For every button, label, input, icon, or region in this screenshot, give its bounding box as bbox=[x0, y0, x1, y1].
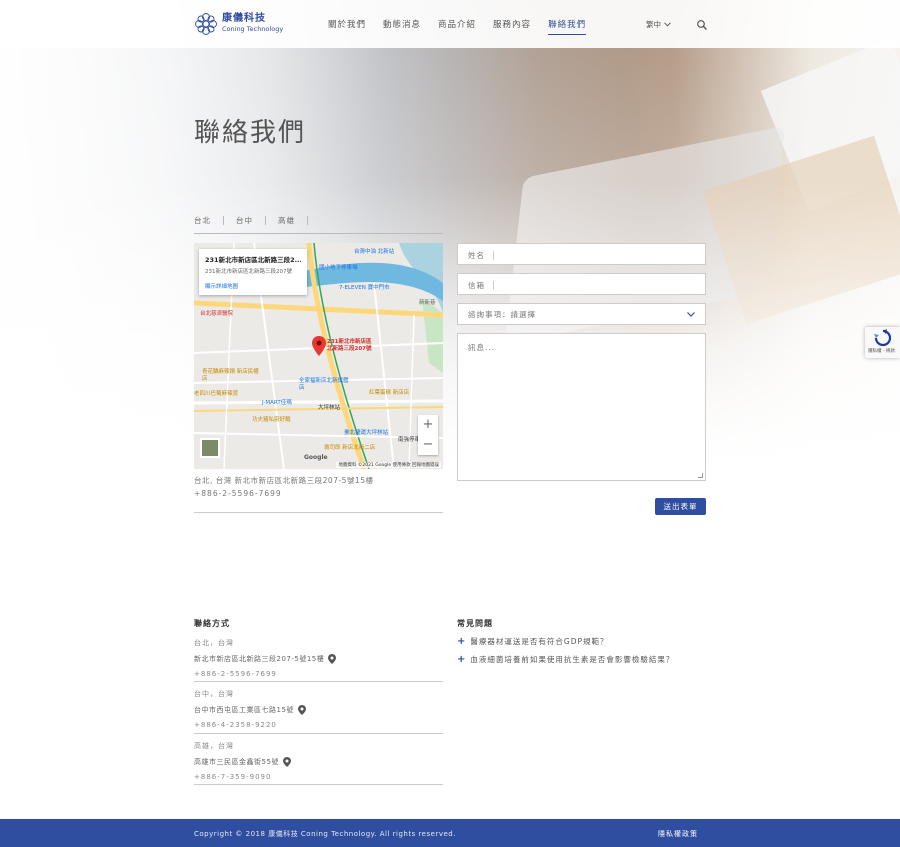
page-title: 聯絡我們 bbox=[194, 118, 307, 148]
office-address: 台北, 台灣 新北市新店區北新路三段207-5號15樓 bbox=[194, 476, 374, 485]
office-card-kaohsiung: 高雄，台灣 高雄市三民區金鑫街55號 +886-7-359-9090 bbox=[194, 741, 443, 785]
map-pin-label: 231新北市新店區北新路三段207號 bbox=[327, 339, 372, 352]
zoom-in-button[interactable]: + bbox=[418, 415, 438, 435]
name-label: 姓名 bbox=[468, 251, 494, 260]
nav-news[interactable]: 動態消息 bbox=[383, 18, 421, 35]
map-label: J-MART佳瑪 bbox=[262, 400, 292, 406]
map-label: 臺北捷運大坪林站 bbox=[344, 430, 389, 436]
location-pin-icon[interactable] bbox=[328, 654, 337, 664]
logo-flower-icon bbox=[195, 13, 217, 35]
email-field[interactable]: 信箱 bbox=[457, 273, 706, 295]
map-label: 老四川巴蜀麻辣燙 bbox=[194, 391, 239, 397]
recaptcha-icon bbox=[874, 329, 892, 347]
name-field[interactable]: 姓名 bbox=[457, 243, 706, 265]
nav-services[interactable]: 服務內容 bbox=[493, 18, 531, 35]
message-textarea[interactable]: 訊息... bbox=[457, 333, 706, 481]
map-label: 新新巷 bbox=[419, 300, 436, 306]
office-address: 台中市西屯區工業區七路15號 bbox=[194, 705, 443, 715]
location-pin-icon[interactable] bbox=[282, 757, 291, 767]
office-city: 台北，台灣 bbox=[194, 639, 234, 647]
privacy-policy-link[interactable]: 隱私權政策 bbox=[658, 829, 698, 839]
tab-kaohsiung[interactable]: 高雄 bbox=[278, 216, 308, 225]
map-label: 大坪林站 bbox=[318, 405, 341, 411]
logo-name-cn: 康儀科技 bbox=[222, 13, 266, 24]
logo[interactable]: 康儀科技 Coning Technology bbox=[194, 12, 283, 36]
site-header: 康儀科技 Coning Technology 關於我們 動態消息 商品介紹 服務… bbox=[0, 0, 900, 48]
map-card-title: 231新北市新店區北新路三段2... bbox=[205, 256, 301, 264]
office-phone[interactable]: +886-2-5596-7699 bbox=[194, 489, 282, 498]
tab-taichung[interactable]: 台中 bbox=[236, 216, 266, 225]
message-placeholder: 訊息... bbox=[468, 343, 496, 352]
contact-section-title: 聯絡方式 bbox=[194, 619, 230, 628]
map-label: 功夫豬私廚好麵 bbox=[252, 417, 291, 423]
map-attribution[interactable]: 地圖資料 ©2021 Google 使用條款 回報地圖錯誤 bbox=[336, 462, 441, 468]
recaptcha-label: 隱私權 - 條款 bbox=[868, 349, 895, 354]
logo-name-en: Coning Technology bbox=[222, 25, 284, 33]
faq-item[interactable]: + 血液細菌培養前如果使用抗生素是否會影響檢驗結果？ bbox=[457, 654, 674, 665]
office-address: 新北市新店區北新路三段207-5號15樓 bbox=[194, 654, 443, 664]
resize-handle[interactable] bbox=[698, 473, 703, 478]
map-label: 全家福新店北新旗艦店 bbox=[299, 378, 349, 391]
office-phone[interactable]: +886-2-5596-7699 bbox=[194, 670, 443, 678]
map-label: 壽司郎 新店北新二店 bbox=[324, 445, 376, 451]
faq-section-title: 常見問題 bbox=[457, 619, 493, 628]
map-label: 台灣中油 北新站 bbox=[354, 249, 395, 255]
address-divider bbox=[194, 512, 443, 513]
nav-products[interactable]: 商品介紹 bbox=[438, 18, 476, 35]
faq-item[interactable]: + 醫療器材運送是否有符合GDP規範？ bbox=[457, 636, 609, 647]
office-phone[interactable]: +886-4-2358-9220 bbox=[194, 721, 443, 729]
map-label: 紅葉蛋糕 新店店 bbox=[369, 390, 410, 396]
plus-icon: + bbox=[457, 636, 467, 647]
hero-overlay-bottom bbox=[0, 180, 900, 560]
faq-question: 血液細菌培養前如果使用抗生素是否會影響檢驗結果？ bbox=[470, 655, 675, 664]
map-larger-link[interactable]: 顯示詳細地圖 bbox=[205, 282, 301, 290]
chevron-down-icon bbox=[664, 22, 671, 27]
map-label: 國小地下停車場 bbox=[319, 265, 358, 271]
google-map[interactable]: 231新北市新店區北新路三段207號 台北慈濟醫院 台灣中油 北新站 7-ELE… bbox=[194, 243, 443, 469]
nav-contact[interactable]: 聯絡我們 bbox=[548, 18, 587, 35]
recaptcha-badge[interactable]: 隱私權 - 條款 bbox=[865, 327, 900, 358]
office-card-taichung: 台中，台灣 台中市西屯區工業區七路15號 +886-4-2358-9220 bbox=[194, 689, 443, 734]
language-selector[interactable]: 繁中 bbox=[646, 19, 671, 30]
office-city: 台中，台灣 bbox=[194, 690, 234, 698]
google-logo: Google bbox=[304, 454, 328, 461]
office-card-taipei: 台北，台灣 新北市新店區北新路三段207-5號15樓 +886-2-5596-7… bbox=[194, 638, 443, 682]
office-city: 高雄，台灣 bbox=[194, 742, 234, 750]
nav-about[interactable]: 關於我們 bbox=[328, 18, 366, 35]
plus-icon: + bbox=[457, 654, 467, 665]
language-label: 繁中 bbox=[646, 20, 661, 29]
chevron-down-icon bbox=[687, 311, 695, 317]
site-footer: Copyright © 2018 康儀科技 Coning Technology.… bbox=[0, 819, 900, 847]
map-card-address: 231新北市新店區北新路三段207號 bbox=[205, 269, 292, 275]
map-zoom-controls: + − bbox=[418, 415, 438, 455]
submit-button[interactable]: 送出表單 bbox=[655, 498, 706, 515]
search-icon[interactable] bbox=[696, 19, 708, 31]
office-phone[interactable]: +886-7-359-9090 bbox=[194, 773, 443, 781]
tabs-divider bbox=[194, 233, 443, 234]
map-label: 台北慈濟醫院 bbox=[200, 311, 234, 317]
main-nav: 關於我們 動態消息 商品介紹 服務內容 聯絡我們 bbox=[328, 18, 603, 35]
tab-taipei[interactable]: 台北 bbox=[194, 216, 224, 225]
subject-select[interactable]: 諮詢事項：請選擇 bbox=[457, 303, 706, 325]
map-pin-icon bbox=[312, 336, 326, 356]
map-label: 7-ELEVEN 寶中門市 bbox=[339, 285, 390, 291]
email-label: 信箱 bbox=[468, 281, 494, 290]
zoom-out-button[interactable]: − bbox=[418, 435, 438, 455]
location-pin-icon[interactable] bbox=[297, 705, 306, 715]
map-label: 青花驕麻辣鍋 新店民權店 bbox=[202, 369, 259, 382]
map-satellite-toggle[interactable] bbox=[200, 438, 220, 458]
copyright-text: Copyright © 2018 康儀科技 Coning Technology.… bbox=[194, 830, 456, 838]
faq-question: 醫療器材運送是否有符合GDP規範？ bbox=[470, 637, 609, 646]
subject-label: 諮詢事項：請選擇 bbox=[468, 309, 536, 319]
office-tabs: 台北 台中 高雄 bbox=[194, 216, 320, 225]
map-info-card: 231新北市新店區北新路三段2... 231新北市新店區北新路三段207號 顯示… bbox=[199, 249, 307, 295]
office-address: 高雄市三民區金鑫街55號 bbox=[194, 757, 443, 767]
